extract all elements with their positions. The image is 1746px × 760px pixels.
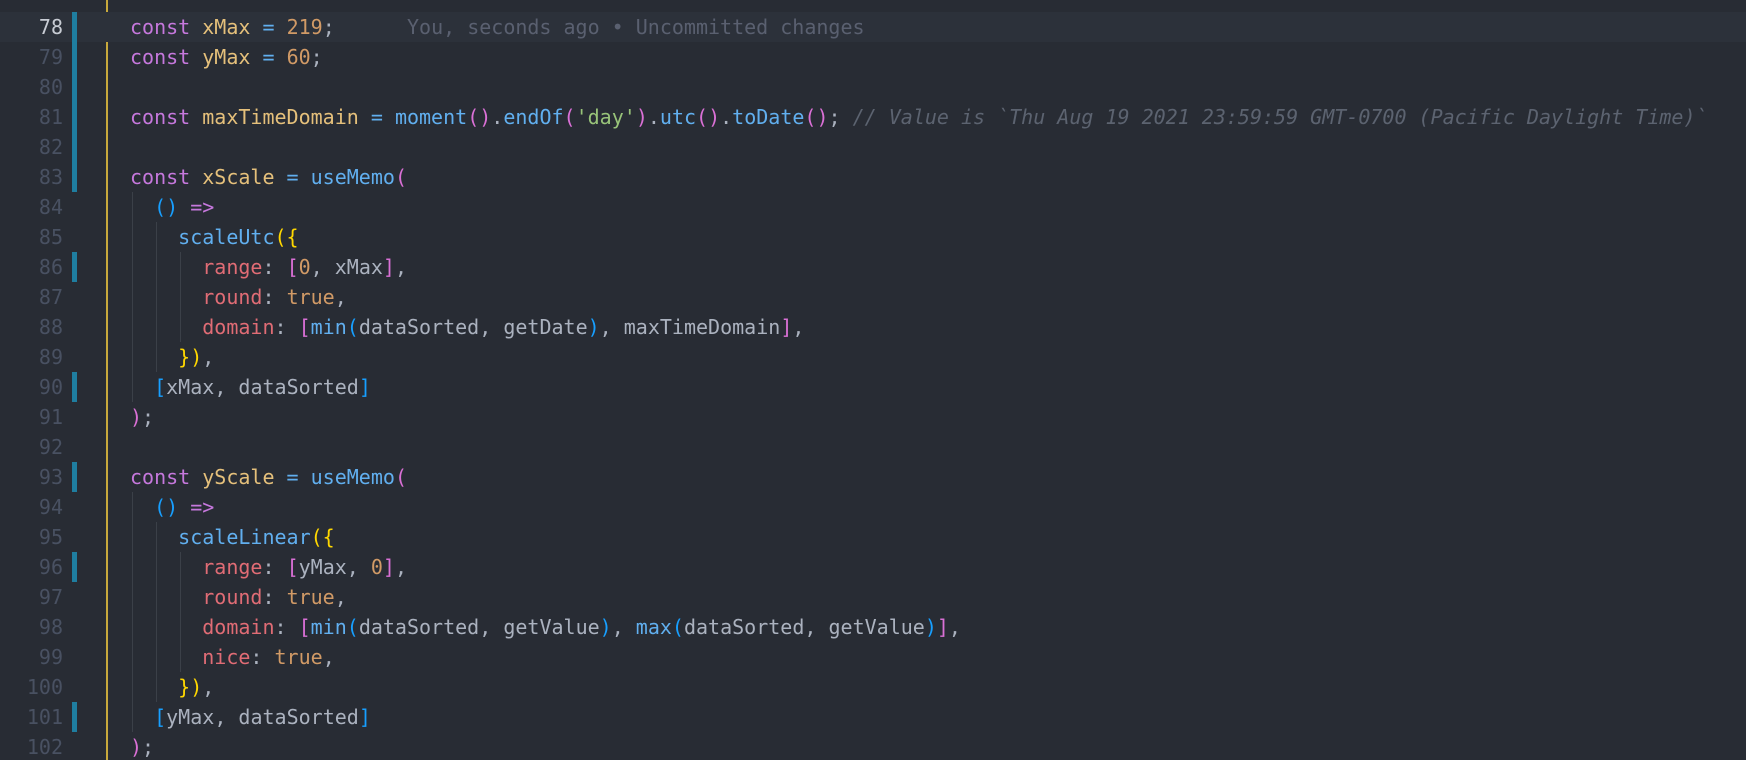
line-number: 88: [38, 315, 63, 339]
code-comment: // Value is `Thu Aug 19 2021 23:59:59 GM…: [852, 105, 1708, 129]
code-line-79[interactable]: 79 const yMax = 60;: [0, 42, 1746, 72]
code-line-82[interactable]: 82: [0, 132, 1746, 162]
git-change-marker[interactable]: [72, 372, 77, 402]
line-number: 94: [38, 495, 63, 519]
git-change-marker[interactable]: [72, 132, 77, 162]
code-content: round: true,: [202, 285, 347, 309]
line-number: 84: [38, 195, 63, 219]
code-content: nice: true,: [202, 645, 335, 669]
code-line-100[interactable]: 100 }),: [0, 672, 1746, 702]
line-number: 99: [38, 645, 63, 669]
code-content: const yMax = 60;: [130, 45, 323, 69]
line-number: 97: [38, 585, 63, 609]
git-change-marker[interactable]: [72, 162, 77, 192]
code-line-93[interactable]: 93 const yScale = useMemo(: [0, 462, 1746, 492]
git-change-marker[interactable]: [72, 552, 77, 582]
code-content: [xMax, dataSorted]: [154, 375, 371, 399]
code-content: }),: [178, 345, 215, 369]
line-number: 90: [38, 375, 63, 399]
line-number: 80: [38, 75, 63, 99]
code-line-83[interactable]: 83 const xScale = useMemo(: [0, 162, 1746, 192]
code-line-98[interactable]: 98 domain: [min(dataSorted, getValue), m…: [0, 612, 1746, 642]
code-line-88[interactable]: 88 domain: [min(dataSorted, getDate), ma…: [0, 312, 1746, 342]
line-number: 85: [38, 225, 63, 249]
code-content: range: [0, xMax],: [202, 255, 408, 279]
code-line-92[interactable]: 92: [0, 432, 1746, 462]
code-content: }),: [178, 675, 215, 699]
code-line-81[interactable]: 81 const maxTimeDomain = moment().endOf(…: [0, 102, 1746, 132]
indent-guide: [132, 492, 133, 732]
code-line-86[interactable]: 86 range: [0, xMax],: [0, 252, 1746, 282]
git-change-marker[interactable]: [72, 102, 77, 132]
code-line-91[interactable]: 91 );: [0, 402, 1746, 432]
indent-guide: [132, 192, 133, 402]
code-content: domain: [min(dataSorted, getValue), max(…: [202, 615, 961, 639]
indent-guide: [180, 252, 181, 342]
code-line-96[interactable]: 96 range: [yMax, 0],: [0, 552, 1746, 582]
code-content: const xScale = useMemo(: [130, 165, 407, 189]
git-change-marker[interactable]: [72, 72, 77, 102]
line-number: 102: [26, 735, 63, 759]
code-content: );: [130, 405, 155, 429]
line-number: 87: [38, 285, 63, 309]
code-line-90[interactable]: 90 [xMax, dataSorted]: [0, 372, 1746, 402]
code-line-97[interactable]: 97 round: true,: [0, 582, 1746, 612]
code-content: () =>: [154, 495, 215, 519]
line-number: 98: [38, 615, 63, 639]
git-change-marker[interactable]: [72, 462, 77, 492]
code-line-95[interactable]: 95 scaleLinear({: [0, 522, 1746, 552]
line-number: 101: [26, 705, 63, 729]
line-number: 82: [38, 135, 63, 159]
code-line-84[interactable]: 84 () =>: [0, 192, 1746, 222]
code-line-87[interactable]: 87 round: true,: [0, 282, 1746, 312]
line-number: 91: [38, 405, 63, 429]
git-blame-annotation: You, seconds ago • Uncommitted changes: [406, 15, 865, 39]
code-content: [yMax, dataSorted]: [154, 705, 371, 729]
code-content: const xMax = 219; You, seconds ago • Unc…: [130, 15, 865, 39]
line-number: 78: [38, 15, 63, 39]
line-number: 93: [38, 465, 63, 489]
line-number: 96: [38, 555, 63, 579]
line-number: 92: [38, 435, 63, 459]
line-number: 89: [38, 345, 63, 369]
git-change-marker[interactable]: [72, 42, 77, 72]
code-content: const maxTimeDomain = moment().endOf('da…: [130, 105, 1708, 129]
code-line-89[interactable]: 89 }),: [0, 342, 1746, 372]
code-line-94[interactable]: 94 () =>: [0, 492, 1746, 522]
line-number: 83: [38, 165, 63, 189]
line-number: 100: [26, 675, 63, 699]
indent-guide: [156, 222, 157, 372]
code-content: () =>: [154, 195, 215, 219]
git-change-marker[interactable]: [72, 12, 77, 42]
code-editor[interactable]: 78 const xMax = 219; You, seconds ago • …: [0, 0, 1746, 760]
line-number: 95: [38, 525, 63, 549]
code-content: );: [130, 735, 155, 759]
code-line-99[interactable]: 99 nice: true,: [0, 642, 1746, 672]
code-content: range: [yMax, 0],: [202, 555, 408, 579]
code-content: round: true,: [202, 585, 347, 609]
code-line-80[interactable]: 80: [0, 72, 1746, 102]
line-number: 81: [38, 105, 63, 129]
code-line-78[interactable]: 78 const xMax = 219; You, seconds ago • …: [0, 12, 1746, 42]
git-change-marker[interactable]: [72, 252, 77, 282]
code-content: scaleLinear({: [178, 525, 335, 549]
code-line-102[interactable]: 102 );: [0, 732, 1746, 760]
code-line-101[interactable]: 101 [yMax, dataSorted]: [0, 702, 1746, 732]
git-change-marker[interactable]: [72, 702, 77, 732]
code-content: const yScale = useMemo(: [130, 465, 407, 489]
code-line-85[interactable]: 85 scaleUtc({: [0, 222, 1746, 252]
line-number: 79: [38, 45, 63, 69]
line-number: 86: [38, 255, 63, 279]
indent-guide: [156, 522, 157, 702]
code-content: domain: [min(dataSorted, getDate), maxTi…: [202, 315, 805, 339]
indent-guide: [180, 552, 181, 672]
